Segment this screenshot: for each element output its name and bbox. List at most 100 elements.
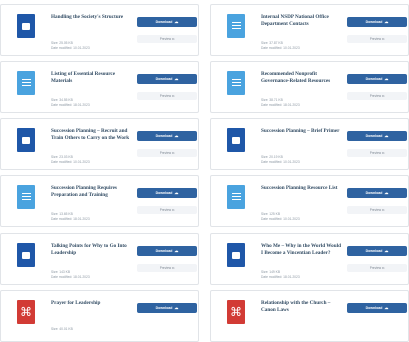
- preview-button[interactable]: Preview ⧉: [347, 264, 407, 272]
- preview-label: Preview: [369, 208, 382, 212]
- word-document-icon: [227, 128, 245, 152]
- resource-date: Date modified: 10.01.2023: [261, 217, 300, 221]
- resource-title: Handling the Society's Structure: [51, 14, 124, 20]
- download-label: Download: [365, 134, 383, 138]
- preview-button[interactable]: Preview ⧉: [137, 264, 197, 272]
- preview-icon: ⧉: [381, 151, 385, 155]
- preview-button[interactable]: Preview ⧉: [347, 206, 407, 214]
- resource-card: Succession Planning Requires Preparation…: [0, 175, 199, 227]
- resource-card: Succession Planning Resource List Size: …: [210, 175, 409, 227]
- preview-button[interactable]: Preview ⧉: [347, 35, 407, 43]
- resource-date: Date modified: 18.01.2023: [51, 103, 90, 107]
- preview-button[interactable]: Preview ⧉: [347, 92, 407, 100]
- resource-card: Handling the Society's Structure Size: 2…: [0, 4, 199, 56]
- preview-icon: ⧉: [381, 94, 385, 98]
- download-button[interactable]: Download ☁: [347, 131, 407, 141]
- cloud-download-icon: ☁: [174, 133, 179, 138]
- resource-date: Date modified: 18.01.2023: [51, 275, 90, 279]
- resource-card: Recommended Nonprofit Governance-Related…: [210, 61, 409, 113]
- resource-meta: Size: 13.65 KB Date modified: 18.01.2023: [51, 212, 123, 222]
- download-button[interactable]: Download ☁: [347, 246, 407, 256]
- document-icon: [227, 14, 245, 38]
- download-button[interactable]: Download ☁: [137, 131, 197, 141]
- preview-button[interactable]: Preview ⧉: [137, 35, 197, 43]
- preview-label: Preview: [369, 94, 382, 98]
- document-icon: [227, 185, 245, 209]
- download-button[interactable]: Download ☁: [137, 188, 197, 198]
- preview-button[interactable]: Preview ⧉: [137, 149, 197, 157]
- resource-date: Date modified: 18.01.2023: [51, 217, 90, 221]
- download-label: Download: [365, 306, 383, 310]
- resource-title: Succession Planning Resource List: [261, 185, 338, 191]
- preview-button[interactable]: Preview ⧉: [137, 206, 197, 214]
- preview-button[interactable]: Preview ⧉: [347, 149, 407, 157]
- preview-icon: ⧉: [381, 37, 385, 41]
- download-button[interactable]: Download ☁: [347, 188, 407, 198]
- preview-label: Preview: [159, 208, 172, 212]
- download-button[interactable]: Download ☁: [137, 74, 197, 84]
- download-button[interactable]: Download ☁: [347, 17, 407, 27]
- resource-meta: Size: 25.05 KB Date modified: 10.01.2023: [51, 41, 123, 51]
- resource-date: Date modified: 10.01.2023: [261, 46, 300, 50]
- preview-icon: ⧉: [171, 151, 175, 155]
- resource-meta: Size: 149 KB Date modified: 18.01.2023: [261, 270, 333, 280]
- resource-title: Talking Points for Why to Go Into Leader…: [51, 243, 127, 256]
- preview-icon: ⧉: [171, 266, 175, 270]
- resource-title: Succession Planning – Brief Primer: [261, 128, 340, 134]
- cloud-download-icon: ☁: [384, 305, 389, 310]
- download-button[interactable]: Download ☁: [137, 303, 197, 313]
- download-label: Download: [365, 191, 383, 195]
- resource-meta: Size: 23.03 KB Date modified: 10.01.2023: [51, 155, 123, 165]
- document-icon: [17, 185, 35, 209]
- download-label: Download: [365, 77, 383, 81]
- download-label: Download: [155, 249, 173, 253]
- document-icon: [227, 71, 245, 95]
- preview-button[interactable]: Preview ⧉: [137, 92, 197, 100]
- cloud-download-icon: ☁: [174, 76, 179, 81]
- resource-card: Succession Planning – Brief Primer Size:…: [210, 118, 409, 170]
- resource-meta: Size: 20.19 KB Date modified: 10.01.2023: [261, 155, 333, 165]
- pdf-icon: ⌘: [17, 300, 35, 324]
- download-button[interactable]: Download ☁: [347, 74, 407, 84]
- cloud-download-icon: ☁: [174, 190, 179, 195]
- download-label: Download: [155, 77, 173, 81]
- download-label: Download: [155, 191, 173, 195]
- resource-card: ⌘ Prayer for Leadership Size: 40.01 KB D…: [0, 290, 199, 342]
- resource-title: Prayer for Leadership: [51, 300, 101, 306]
- resource-meta: Size: 37.87 KB Date modified: 10.01.2023: [261, 41, 333, 51]
- document-icon: [17, 71, 35, 95]
- preview-icon: ⧉: [381, 208, 385, 212]
- download-button[interactable]: Download ☁: [347, 303, 407, 313]
- cloud-download-icon: ☁: [384, 76, 389, 81]
- resource-card: Listing of Essential Resource Materials …: [0, 61, 199, 113]
- cloud-download-icon: ☁: [174, 248, 179, 253]
- resource-title: Listing of Essential Resource Materials: [51, 71, 116, 84]
- preview-label: Preview: [159, 151, 172, 155]
- preview-label: Preview: [159, 94, 172, 98]
- resource-title: Recommended Nonprofit Governance-Related…: [261, 71, 331, 84]
- download-button[interactable]: Download ☁: [137, 17, 197, 27]
- word-document-icon: [227, 243, 245, 267]
- preview-icon: ⧉: [171, 94, 175, 98]
- download-label: Download: [155, 306, 173, 310]
- resource-title: Succession Planning – Recruit and Train …: [51, 128, 130, 141]
- resource-grid: Handling the Society's Structure Size: 2…: [0, 0, 409, 342]
- preview-label: Preview: [369, 37, 382, 41]
- resource-title: Who Me – Why in the World Would I Become…: [261, 243, 341, 256]
- resource-card: ⌘ Relationship with the Church – Canon L…: [210, 290, 409, 342]
- download-label: Download: [365, 20, 383, 24]
- preview-icon: ⧉: [381, 266, 385, 270]
- resource-meta: Size: 34.55 KB Date modified: 18.01.2023: [51, 98, 123, 108]
- word-document-icon: [17, 14, 35, 38]
- resource-meta: Size: 143 KB Date modified: 18.01.2023: [51, 270, 123, 280]
- word-document-icon: [17, 243, 35, 267]
- resource-card: Talking Points for Why to Go Into Leader…: [0, 233, 199, 285]
- resource-meta: Size: 125 KB Date modified: 10.01.2023: [261, 212, 333, 222]
- resource-title: Succession Planning Requires Preparation…: [51, 185, 117, 198]
- download-button[interactable]: Download ☁: [137, 246, 197, 256]
- resource-date: Date modified: 18.01.2023: [261, 103, 300, 107]
- resource-card: Succession Planning – Recruit and Train …: [0, 118, 199, 170]
- preview-icon: ⧉: [171, 208, 175, 212]
- resource-card: Internal NSDP National Office Department…: [210, 4, 409, 56]
- cloud-download-icon: ☁: [384, 190, 389, 195]
